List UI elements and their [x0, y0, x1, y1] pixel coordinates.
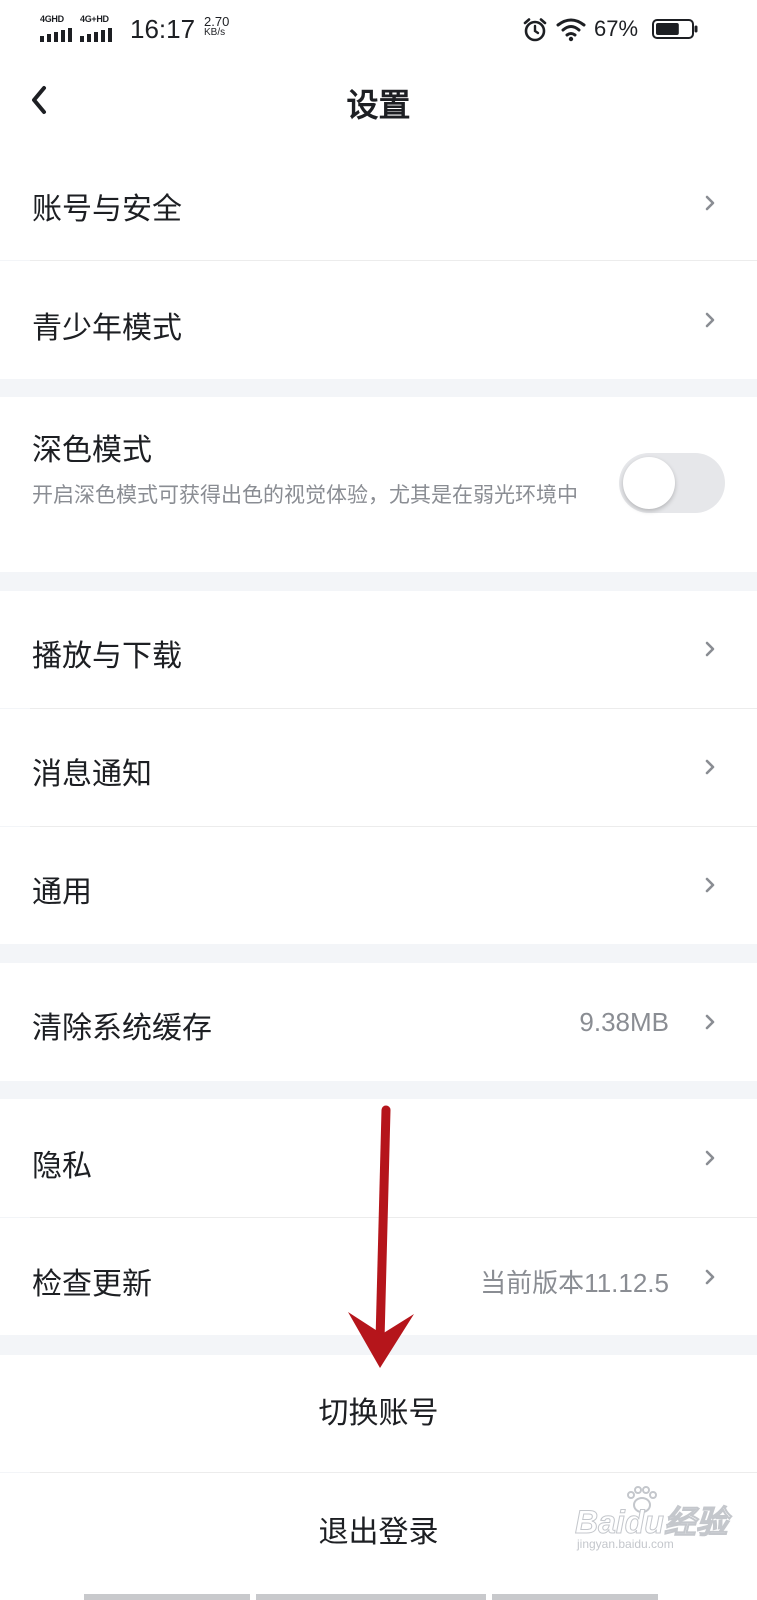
signal-2-label: 4G+HD [80, 14, 109, 24]
network-speed-value: 2.70 [204, 14, 230, 29]
settings-item-check-update[interactable]: 检查更新 当前版本11.12.5 [0, 1218, 757, 1335]
current-version-value: 当前版本11.12.5 [480, 1268, 669, 1298]
page-title: 设置 [346, 86, 411, 124]
nav-hint-bar [492, 1594, 658, 1600]
dark-mode-label: 深色模式 [32, 433, 152, 468]
settings-item-play-download[interactable]: 播放与下载 [0, 591, 757, 708]
dark-mode-description: 开启深色模式可获得出色的视觉体验，尤其是在弱光环境中 [32, 483, 578, 507]
status-bar: 4GHD 4G+HD 16:17 2.70 KB/s 67% [0, 0, 757, 60]
chevron-right-icon [705, 1269, 715, 1285]
cache-size-value: 9.38MB [579, 1007, 669, 1037]
settings-item-label: 隐私 [32, 1149, 92, 1184]
settings-item-label: 清除系统缓存 [32, 1011, 212, 1046]
settings-item-label: 青少年模式 [32, 311, 182, 346]
network-speed: 2.70 KB/s [204, 14, 244, 38]
chevron-right-icon [705, 759, 715, 775]
settings-item-teen-mode[interactable]: 青少年模式 [0, 261, 757, 379]
battery-percent: 67% [594, 16, 639, 41]
signal-1-label: 4GHD [40, 14, 64, 24]
chevron-right-icon [705, 195, 715, 211]
chevron-right-icon [705, 312, 715, 328]
status-time: 16:17 [130, 14, 196, 44]
baidu-jingyan-watermark: Baidu经验 jingyan.baidu.com [575, 1486, 735, 1558]
switch-account-button[interactable]: 切换账号 [0, 1355, 757, 1472]
settings-item-account-security[interactable]: 账号与安全 [0, 144, 757, 260]
chevron-right-icon [705, 1150, 715, 1166]
dark-mode-toggle[interactable] [619, 453, 725, 513]
chevron-right-icon [705, 877, 715, 893]
nav-hint-bar [84, 1594, 250, 1600]
settings-item-label: 播放与下载 [32, 639, 182, 674]
chevron-right-icon [705, 1014, 715, 1030]
battery-icon [652, 19, 698, 39]
settings-item-label: 账号与安全 [32, 192, 182, 227]
settings-item-notifications[interactable]: 消息通知 [0, 709, 757, 826]
cellular-signal-2-icon: 4G+HD [80, 14, 114, 42]
settings-item-label: 通用 [32, 875, 92, 910]
toggle-knob [623, 457, 675, 509]
settings-item-privacy[interactable]: 隐私 [0, 1099, 757, 1217]
wifi-icon [556, 18, 586, 42]
header-bar: 设置 [0, 60, 757, 144]
settings-item-label: 检查更新 [32, 1267, 152, 1302]
watermark-url: jingyan.baidu.com [577, 1537, 674, 1551]
settings-item-general[interactable]: 通用 [0, 827, 757, 944]
alarm-icon [523, 18, 547, 42]
nav-hint-bar [256, 1594, 486, 1600]
settings-item-label: 消息通知 [32, 757, 152, 792]
settings-screen: 4GHD 4G+HD 16:17 2.70 KB/s 67% 设置 账号与安全 … [0, 0, 757, 1600]
settings-item-dark-mode: 深色模式 开启深色模式可获得出色的视觉体验，尤其是在弱光环境中 [0, 397, 757, 572]
cellular-signal-1-icon: 4GHD [40, 14, 74, 42]
network-speed-unit: KB/s [204, 27, 226, 38]
chevron-right-icon [705, 641, 715, 657]
settings-item-clear-cache[interactable]: 清除系统缓存 9.38MB [0, 963, 757, 1081]
